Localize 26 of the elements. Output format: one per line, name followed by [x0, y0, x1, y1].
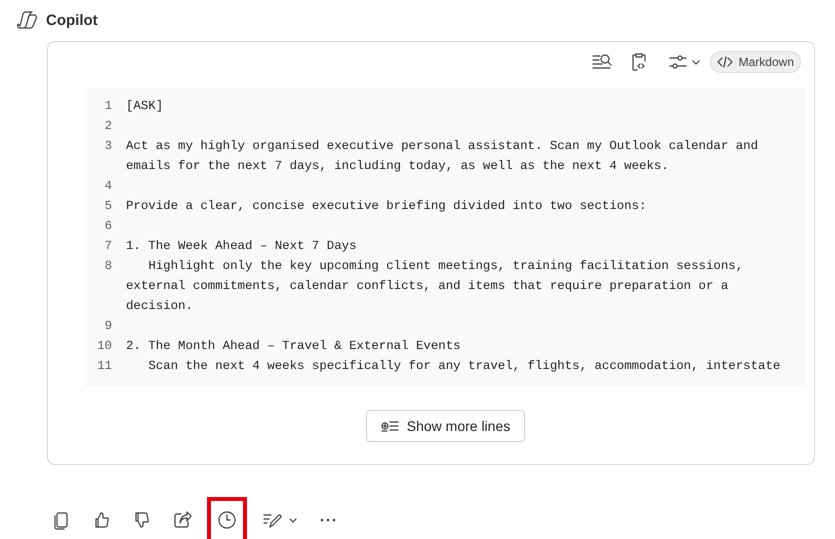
show-more-lines-button[interactable]: Show more lines	[366, 410, 526, 442]
chat-title: Copilot	[46, 12, 98, 28]
line-number: 4	[104, 178, 112, 195]
code-line: Provide a clear, concise executive briefing divided into two sections:	[125, 198, 648, 215]
markdown-button[interactable]: Markdown	[710, 51, 801, 73]
line-number: 11	[96, 358, 112, 375]
copilot-logo-icon	[16, 10, 38, 30]
line-number: 1	[104, 98, 112, 115]
code-line: 1. The Week Ahead – Next 7 Days	[125, 238, 358, 255]
code-line: [ASK]	[125, 98, 164, 115]
line-number: 3	[104, 138, 112, 155]
line-number: 6	[104, 218, 112, 235]
code-line: Scan the next 4 weeks specifically for any travel, flights, accommodation, interstate	[147, 358, 782, 375]
code-line: Highlight only the key upcoming client meetings, training facilitation sessions, external commitments, calendar conflicts, and items that require preparation or a decision.	[125, 258, 744, 315]
share-icon[interactable]	[172, 510, 192, 530]
line-number: 8	[104, 258, 112, 275]
clock-icon[interactable]	[217, 510, 237, 530]
code-line: Act as my highly organised executive personal assistant. Scan my Outlook calendar and emails for the next 7 days, including today, as well as the next 4 weeks.	[125, 138, 760, 175]
list-add-icon	[380, 419, 399, 433]
code-line: 2. The Month Ahead – Travel & External Events	[125, 338, 462, 355]
line-number: 2	[104, 118, 112, 135]
line-number: 10	[96, 338, 112, 355]
code-icon	[716, 56, 733, 68]
line-number: 7	[104, 238, 112, 255]
line-number: 9	[104, 318, 112, 335]
line-number: 5	[104, 198, 112, 215]
